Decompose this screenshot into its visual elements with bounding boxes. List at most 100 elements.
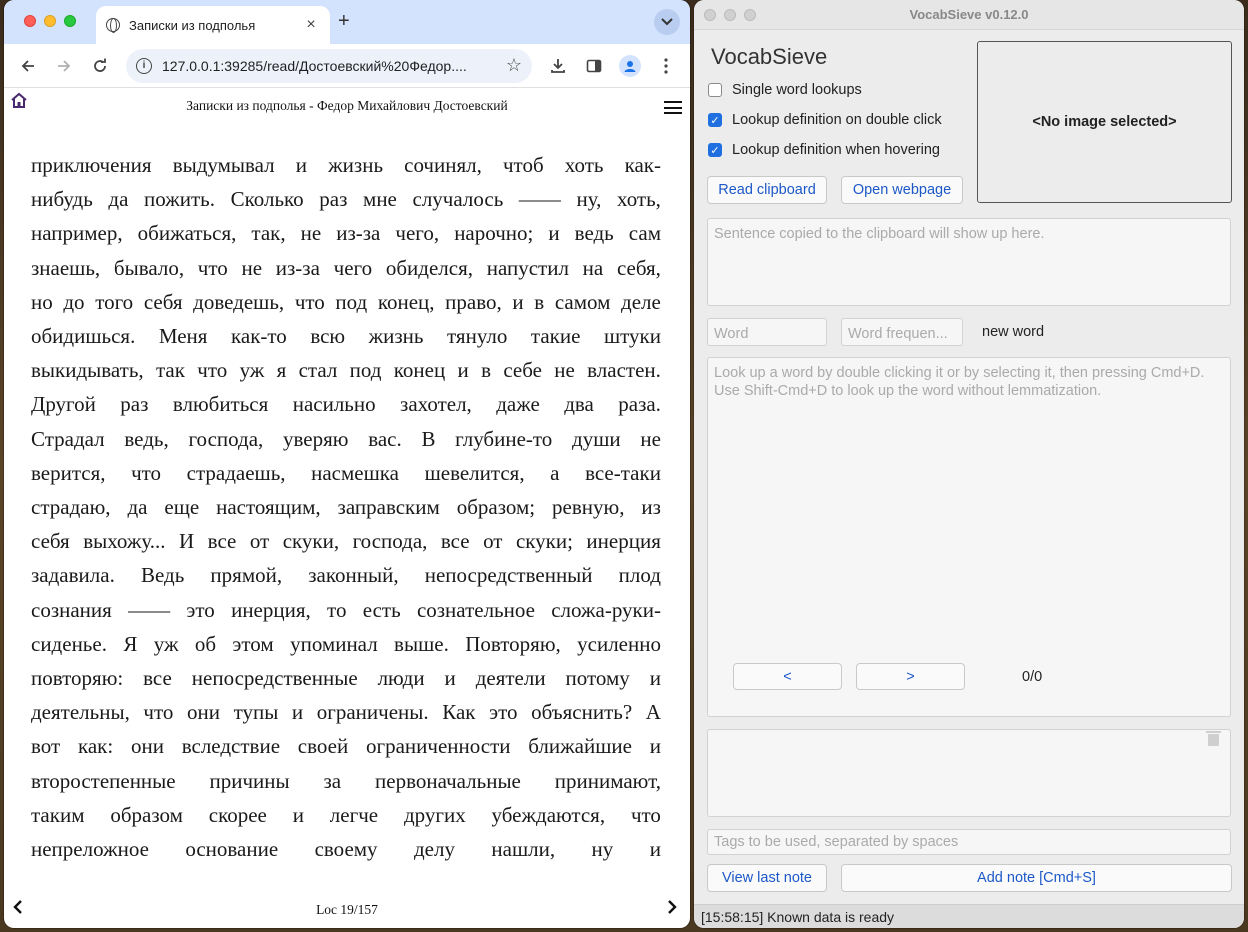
word[interactable]: А: [646, 695, 661, 729]
word[interactable]: таким: [31, 798, 84, 832]
word[interactable]: второстепенные: [31, 764, 176, 798]
word[interactable]: не: [554, 353, 575, 387]
close-window-button[interactable]: [704, 9, 716, 21]
word[interactable]: ведь,: [124, 422, 168, 456]
check-icon[interactable]: ✓: [708, 113, 722, 127]
word[interactable]: а: [550, 456, 559, 490]
word[interactable]: И: [179, 524, 194, 558]
word[interactable]: из-за: [276, 251, 320, 285]
word[interactable]: раз: [319, 182, 347, 216]
word[interactable]: Ведь: [141, 558, 184, 592]
text-line[interactable]: сиденье. Яуж об этом упоминал выше. Повторяю, у…: [31, 627, 661, 661]
word[interactable]: непосредственный: [425, 558, 593, 592]
word[interactable]: за: [324, 764, 342, 798]
word[interactable]: два: [564, 387, 594, 421]
word[interactable]: убеждаются,: [492, 798, 606, 832]
word[interactable]: Другой: [31, 387, 96, 421]
text-line[interactable]: выкидывать, так что уж я стал под конец и в себе не…: [31, 353, 661, 387]
word-frequency-field[interactable]: Word frequen...: [841, 318, 963, 346]
word[interactable]: что: [143, 695, 173, 729]
word[interactable]: выкидывать,: [31, 353, 144, 387]
word[interactable]: упоминал: [290, 627, 378, 661]
word[interactable]: это: [489, 695, 517, 729]
word[interactable]: вас.: [368, 422, 402, 456]
word[interactable]: от: [483, 524, 502, 558]
word[interactable]: под: [335, 285, 367, 319]
url-text[interactable]: 127.0.0.1:39285/read/Достоевский%20Федор…: [162, 58, 500, 74]
close-window-button[interactable]: [24, 15, 36, 27]
word[interactable]: чтоб: [503, 148, 544, 182]
word[interactable]: принимают,: [555, 764, 661, 798]
text-line[interactable]: верится, что страдаешь, насмешка шевелится, а…: [31, 456, 661, 490]
word[interactable]: даже: [496, 387, 540, 421]
word[interactable]: ближайшие: [528, 729, 632, 763]
word[interactable]: все-таки: [585, 456, 661, 490]
previous-page-button[interactable]: [12, 898, 24, 921]
word[interactable]: самом: [555, 285, 611, 319]
word[interactable]: выхожу...: [83, 524, 165, 558]
word[interactable]: но: [31, 285, 53, 319]
word[interactable]: я: [277, 353, 287, 387]
word[interactable]: скорее: [209, 798, 267, 832]
word[interactable]: доведешь,: [193, 285, 284, 319]
word[interactable]: себя: [144, 285, 183, 319]
reload-button[interactable]: [84, 50, 116, 82]
word[interactable]: насмешка: [311, 456, 399, 490]
word[interactable]: приключения: [31, 148, 152, 182]
word[interactable]: и: [292, 695, 303, 729]
word[interactable]: инерция: [586, 524, 660, 558]
word[interactable]: и: [458, 353, 469, 387]
single-word-lookups-checkbox[interactable]: Single word lookups: [708, 82, 862, 98]
minimize-window-button[interactable]: [724, 9, 736, 21]
word[interactable]: конец,: [378, 285, 435, 319]
word[interactable]: ну,: [577, 182, 602, 216]
word[interactable]: непреложное: [31, 832, 149, 866]
word[interactable]: себя,: [617, 251, 661, 285]
word[interactable]: что: [295, 285, 325, 319]
profile-button[interactable]: [614, 50, 646, 82]
word[interactable]: что: [198, 251, 228, 285]
word[interactable]: потому: [566, 661, 630, 695]
word[interactable]: уж: [154, 627, 179, 661]
word[interactable]: все: [441, 524, 470, 558]
checkbox-box[interactable]: [708, 83, 722, 97]
word[interactable]: Страдал: [31, 422, 105, 456]
text-line[interactable]: но до того себя доведешь, что под конец, право, и…: [31, 285, 661, 319]
text-line[interactable]: повторяю: все непосредственные люди и деятели…: [31, 661, 661, 695]
word[interactable]: уверяю: [283, 422, 348, 456]
word[interactable]: усиленно: [577, 627, 661, 661]
previous-definition-button[interactable]: <: [733, 663, 842, 690]
word[interactable]: да: [108, 182, 128, 216]
word[interactable]: и: [650, 661, 661, 695]
word[interactable]: и: [296, 148, 307, 182]
word[interactable]: хоть: [565, 148, 604, 182]
word[interactable]: да: [127, 490, 147, 524]
word[interactable]: ведь: [575, 216, 614, 250]
book-text[interactable]: приключения выдумывал и жизнь сочинял, чтоб хо…: [31, 148, 661, 866]
hover-lookup-checkbox[interactable]: ✓ Lookup definition when hovering: [708, 142, 940, 158]
text-line[interactable]: страдаю, да еще настоящим, заправским образом…: [31, 490, 661, 524]
word[interactable]: еще: [164, 490, 199, 524]
word[interactable]: Я: [123, 627, 137, 661]
text-line[interactable]: деятельны, что они тупы и ограничены. Как это об…: [31, 695, 661, 729]
word[interactable]: вследствие: [182, 729, 280, 763]
word[interactable]: сложа-руки-: [551, 593, 661, 627]
word[interactable]: делу: [414, 832, 455, 866]
word[interactable]: первоначальные: [375, 764, 521, 798]
next-page-button[interactable]: [666, 898, 678, 921]
word[interactable]: нибудь: [31, 182, 93, 216]
text-line[interactable]: обидишься. Меня как-то всю жизнь тянуло такие ш…: [31, 319, 661, 353]
word[interactable]: так,: [251, 216, 285, 250]
word[interactable]: насильно: [293, 387, 376, 421]
word[interactable]: это: [186, 593, 214, 627]
word[interactable]: они: [131, 729, 164, 763]
word[interactable]: все: [143, 661, 172, 695]
word[interactable]: и: [650, 832, 661, 866]
word[interactable]: уж: [240, 353, 265, 387]
info-icon[interactable]: i: [136, 57, 152, 74]
word[interactable]: что: [631, 798, 661, 832]
text-line[interactable]: знаешь, бывало, что не из-за чего обиделся, нап…: [31, 251, 661, 285]
word[interactable]: деятели: [476, 661, 546, 695]
image-preview[interactable]: <No image selected>: [977, 41, 1232, 203]
word[interactable]: и: [548, 216, 559, 250]
